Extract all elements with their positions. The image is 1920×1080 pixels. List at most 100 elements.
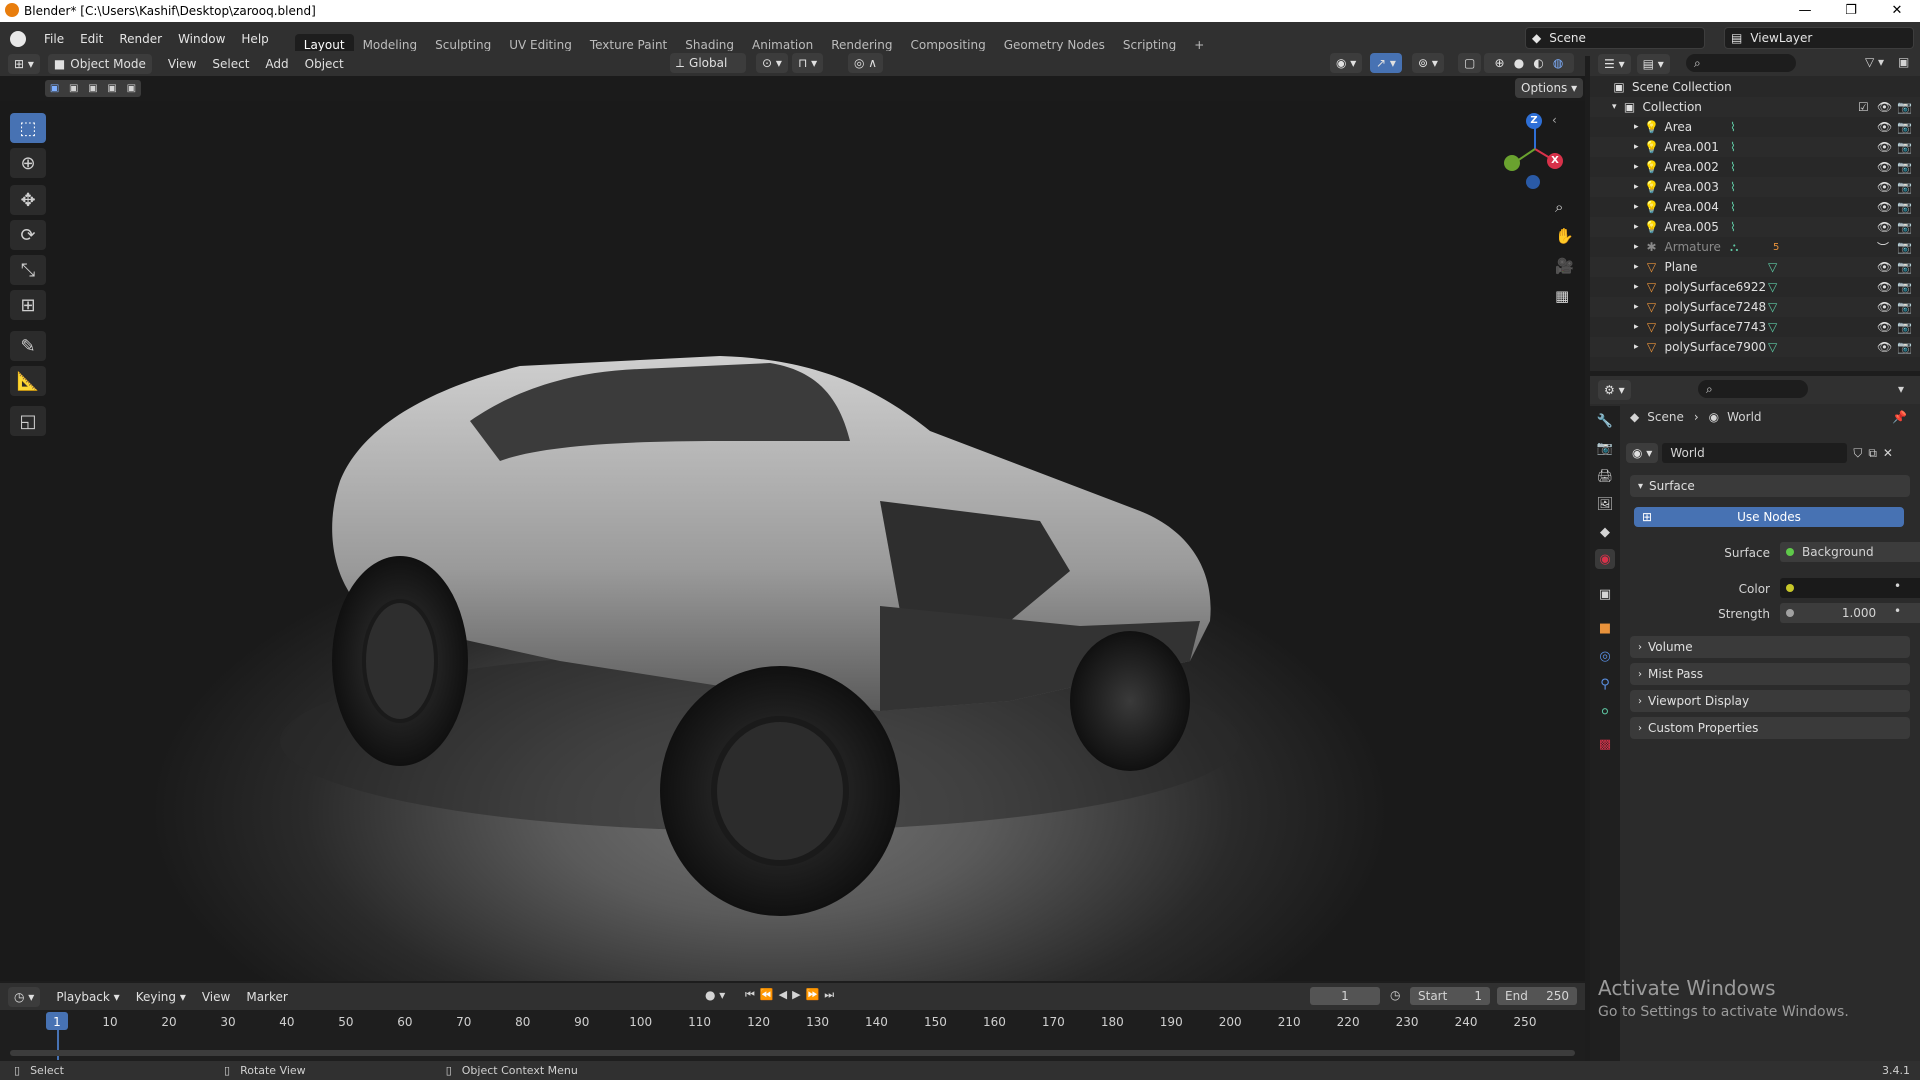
visibility-eye-icon[interactable]: 👁 (1877, 180, 1892, 194)
cursor-tool[interactable]: ⊕ (10, 148, 46, 178)
visibility-eye-icon[interactable]: 👁 (1877, 300, 1892, 314)
strength-keyframe-dot[interactable]: • (1894, 604, 1901, 618)
expand-item-icon[interactable]: ▸ (1634, 242, 1639, 252)
outliner-item[interactable]: ▸ ▽ polySurface6922 ▽ 👁 📷 (1590, 277, 1920, 297)
physics-tab-icon[interactable]: ◎ (1595, 646, 1615, 666)
expand-item-icon[interactable]: ▸ (1634, 122, 1639, 132)
gizmo-y-axis[interactable] (1504, 155, 1520, 171)
zoom-icon[interactable]: ⌕ (1555, 198, 1563, 216)
collection-tab-icon[interactable]: ▣ (1595, 584, 1615, 604)
mesh-data-icon[interactable]: ▽ (1768, 300, 1777, 314)
expand-item-icon[interactable]: ▸ (1634, 322, 1639, 332)
display-mode-button[interactable]: ▤ ▾ (1636, 53, 1670, 74)
view-layer-selector[interactable]: ▤ ViewLayer (1724, 27, 1914, 49)
mode-selector[interactable]: ■ Object Mode (47, 53, 152, 74)
visibility-eye-icon[interactable]: ︶ (1877, 239, 1889, 256)
light-data-icon[interactable]: ⌇ (1730, 180, 1736, 194)
solid-shading-icon[interactable]: ● (1514, 56, 1524, 70)
menu-edit[interactable]: Edit (72, 32, 111, 46)
render-tab-icon[interactable]: 📷 (1595, 438, 1615, 458)
viewport-menu-add[interactable]: Add (257, 57, 296, 71)
output-tab-icon[interactable]: 🖨 (1595, 466, 1615, 486)
visibility-eye-icon[interactable]: 👁 (1877, 100, 1892, 114)
fake-user-shield-icon[interactable]: ⛉ (1853, 446, 1862, 461)
camera-view-icon[interactable]: 🎥 (1555, 257, 1574, 275)
visibility-eye-icon[interactable]: 👁 (1877, 260, 1892, 274)
surface-shader-selector[interactable]: Background (1780, 542, 1920, 562)
properties-search-input[interactable]: ⌕ (1698, 380, 1808, 398)
render-camera-icon[interactable]: 📷 (1897, 300, 1912, 314)
gizmo-x-axis[interactable]: X (1547, 153, 1563, 169)
measure-tool[interactable]: 📐 (10, 366, 46, 396)
light-data-icon[interactable]: ⌇ (1730, 140, 1736, 154)
world-tab-icon[interactable]: ◉ (1595, 549, 1615, 569)
gizmo-neg-z-axis[interactable] (1526, 175, 1540, 189)
render-camera-icon[interactable]: 📷 (1897, 260, 1912, 274)
menu-render[interactable]: Render (111, 32, 170, 46)
gizmo-toggle-button[interactable]: ↗ ▾ (1370, 53, 1402, 73)
outliner-item[interactable]: ▸ 💡 Area ⌇ 👁 📷 (1590, 117, 1920, 137)
add-cube-tool[interactable]: ◱ (10, 406, 46, 436)
outliner-item[interactable]: ▸ 💡 Area.003 ⌇ 👁 📷 (1590, 177, 1920, 197)
visibility-eye-icon[interactable]: 👁 (1877, 320, 1892, 334)
render-camera-icon[interactable]: 📷 (1897, 140, 1912, 154)
object-tab-icon[interactable]: ■ (1595, 618, 1615, 638)
perspective-grid-icon[interactable]: ▦ (1555, 287, 1569, 305)
select-new-icon[interactable]: ▣ (50, 83, 59, 94)
move-tool[interactable]: ✥ (10, 185, 46, 215)
shading-mode-buttons[interactable]: ⊕ ● ◐ ◍ (1484, 53, 1574, 73)
gizmo-z-axis[interactable]: Z (1526, 113, 1542, 129)
render-camera-icon[interactable]: 📷 (1897, 280, 1912, 294)
render-camera-icon[interactable]: 📷 (1897, 220, 1912, 234)
surface-panel-header[interactable]: ▾ Surface (1630, 475, 1910, 497)
visibility-button[interactable]: ◉ ▾ (1330, 53, 1363, 73)
render-camera-icon[interactable]: 📷 (1897, 180, 1912, 194)
pan-hand-icon[interactable]: ✋ (1555, 227, 1574, 245)
visibility-eye-icon[interactable]: 👁 (1877, 120, 1892, 134)
select-box-tool[interactable]: ⬚ (10, 113, 46, 143)
menu-window[interactable]: Window (170, 32, 233, 46)
mesh-data-icon[interactable]: ▽ (1768, 280, 1777, 294)
render-camera-icon[interactable]: 📷 (1897, 120, 1912, 134)
menu-help[interactable]: Help (233, 32, 276, 46)
outliner-item[interactable]: ▸ 💡 Area.004 ⌇ 👁 📷 (1590, 197, 1920, 217)
outliner-item[interactable]: ▸ ▽ polySurface7248 ▽ 👁 📷 (1590, 297, 1920, 317)
light-data-icon[interactable]: ⌇ (1730, 160, 1736, 174)
filter-icon[interactable]: ▽ ▾ (1865, 55, 1884, 69)
transform-orientation-selector[interactable]: ⟂ Global (670, 53, 746, 73)
expand-item-icon[interactable]: ▸ (1634, 202, 1639, 212)
viewport-menu-view[interactable]: View (160, 57, 204, 71)
maximize-button[interactable]: ❐ (1828, 0, 1874, 22)
rendered-shading-icon[interactable]: ◍ (1553, 56, 1563, 70)
expand-collection-icon[interactable]: ▾ (1612, 102, 1617, 112)
timeline-scrollbar[interactable] (10, 1050, 1575, 1056)
select-intersect-icon[interactable]: ▣ (127, 83, 136, 94)
armature-data-icon[interactable]: ⛬ (1730, 240, 1738, 255)
outliner-editor-type[interactable]: ☰ ▾ (1598, 53, 1631, 74)
expand-item-icon[interactable]: ▸ (1634, 302, 1639, 312)
expand-item-icon[interactable]: ▸ (1634, 182, 1639, 192)
mesh-data-icon[interactable]: ▽ (1768, 260, 1777, 274)
visibility-eye-icon[interactable]: 👁 (1877, 280, 1892, 294)
expand-item-icon[interactable]: ▸ (1634, 162, 1639, 172)
new-collection-icon[interactable]: ▣ (1898, 55, 1909, 69)
outliner-item[interactable]: ▸ ▽ Plane ▽ 👁 📷 (1590, 257, 1920, 277)
viewport-menu-object[interactable]: Object (297, 57, 352, 71)
color-keyframe-dot[interactable]: • (1894, 579, 1901, 593)
visibility-eye-icon[interactable]: 👁 (1877, 140, 1892, 154)
outliner-item[interactable]: ▸ ▽ polySurface7743 ▽ 👁 📷 (1590, 317, 1920, 337)
mesh-data-icon[interactable]: ▽ (1768, 320, 1777, 334)
visibility-eye-icon[interactable]: 👁 (1877, 160, 1892, 174)
custom-properties-panel-header[interactable]: › Custom Properties (1630, 717, 1910, 739)
render-camera-icon[interactable]: 📷 (1897, 240, 1912, 254)
proportional-edit-button[interactable]: ◎ ∧ (848, 53, 884, 73)
properties-editor-type[interactable]: ⚙ ▾ (1598, 380, 1631, 400)
scale-tool[interactable]: ⤡ (10, 255, 46, 285)
snap-button[interactable]: ⊓ ▾ (792, 53, 824, 73)
expand-item-icon[interactable]: ▸ (1634, 342, 1639, 352)
constraints-tab-icon[interactable]: ⚲ (1595, 674, 1615, 694)
xray-toggle-button[interactable]: ▢ (1458, 53, 1482, 73)
pin-icon[interactable]: 📌 (1892, 410, 1907, 424)
world-name-field[interactable]: World (1662, 443, 1848, 463)
view-layer-tab-icon[interactable]: 🖼 (1595, 494, 1615, 514)
